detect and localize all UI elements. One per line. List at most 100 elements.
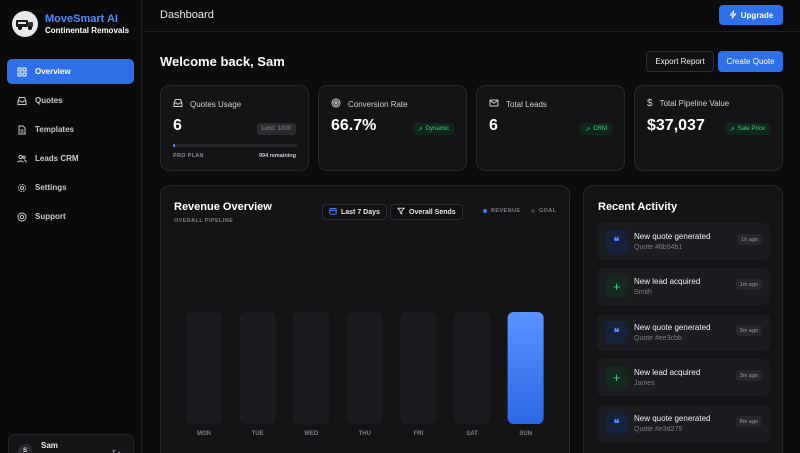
stat-value: 6: [173, 117, 182, 134]
sidebar-item-leads-crm[interactable]: Leads CRM: [7, 146, 134, 171]
plan-label: PRO PLAN: [173, 153, 204, 159]
stat-label: Quotes Usage: [190, 99, 242, 109]
activity-title: Recent Activity: [598, 201, 678, 213]
revenue-subtitle: OVERALL PIPELINE: [174, 218, 234, 224]
document-icon: [17, 125, 27, 135]
legend-goal-swatch: [531, 209, 535, 213]
trend-badge: ↗ CRM: [580, 123, 612, 135]
activity-time-badge: 3m ago: [735, 370, 762, 381]
remaining-label: 994 remaining: [259, 153, 296, 159]
bar-track-sat: [454, 312, 490, 424]
inbox-icon: [17, 96, 27, 106]
x-tick-label-thu: THU: [359, 431, 371, 437]
sidebar-item-support[interactable]: Support: [7, 204, 134, 229]
legend-revenue: REVENUE: [483, 208, 520, 214]
stat-card-conversion-rate: Conversion Rate 66.7% ↗ Dynamic: [318, 85, 467, 171]
create-quote-button[interactable]: Create Quote: [718, 51, 783, 72]
quote-icon: ❝: [605, 230, 628, 253]
bar-track-mon: [186, 312, 222, 424]
sidebar-item-label: Overview: [35, 67, 71, 76]
sidebar-item-label: Quotes: [35, 96, 63, 105]
x-tick-label-sun: SUN: [519, 431, 532, 437]
x-tick-label-wed: WED: [304, 431, 319, 437]
plus-icon: +: [605, 366, 628, 389]
stat-card-quotes-usage: Quotes Usage 6 Limit: 1000 PRO PLAN 994 …: [160, 85, 309, 171]
activity-subtitle-text: Quote #e3d275: [634, 426, 683, 433]
logout-icon[interactable]: [112, 445, 121, 453]
target-icon: [331, 98, 341, 110]
activity-title-text: New quote generated: [634, 414, 711, 423]
plus-icon: +: [605, 275, 628, 298]
page-title: Dashboard: [160, 9, 214, 21]
revenue-bar-chart: MON TUE WED THU FRI SAT SUN: [186, 312, 544, 437]
moving-truck-logo: [12, 11, 38, 37]
activity-item[interactable]: ❝ New quote generated Quote #8b54b1 1h a…: [597, 223, 770, 260]
stat-label: Total Leads: [506, 99, 547, 109]
lifebuoy-icon: [17, 212, 27, 222]
revenue-title: Revenue Overview: [174, 201, 272, 213]
activity-time-badge: 8m ago: [735, 416, 762, 427]
upgrade-button[interactable]: Upgrade: [719, 5, 783, 25]
send-filter-label: Overall Sends: [409, 208, 456, 216]
activity-subtitle-text: James: [634, 380, 655, 387]
activity-item[interactable]: ❝ New quote generated Quote #e3d275 8m a…: [597, 405, 770, 442]
user-card[interactable]: S Sam: [8, 434, 134, 453]
inbox-icon: [173, 98, 183, 110]
brand-name: MoveSmart AI: [45, 13, 118, 26]
sidebar-item-label: Templates: [35, 125, 74, 134]
date-range-button[interactable]: Last 7 Days: [322, 204, 387, 220]
activity-item[interactable]: + New lead acquired Smith 1m ago: [597, 268, 770, 305]
sidebar-item-templates[interactable]: Templates: [7, 117, 134, 142]
stat-label: Total Pipeline Value: [659, 99, 730, 108]
user-name: Sam: [41, 441, 58, 450]
sidebar-item-label: Leads CRM: [35, 154, 79, 163]
stat-value: 6: [489, 117, 498, 134]
activity-item[interactable]: + New lead acquired James 3m ago: [597, 359, 770, 396]
bar-sun[interactable]: [507, 312, 544, 424]
sidebar-nav: Overview Quotes Templates Leads CRM Sett…: [7, 59, 134, 233]
stat-card-total-leads: Total Leads 6 ↗ CRM: [476, 85, 625, 171]
activity-time-badge: 1h ago: [737, 234, 762, 245]
mail-icon: [489, 98, 499, 110]
activity-subtitle-text: Quote #ee3cbb: [634, 335, 682, 342]
arrow-up-right-icon: ↗: [729, 126, 735, 133]
stat-label: Conversion Rate: [348, 99, 408, 109]
gear-icon: [17, 183, 27, 193]
trend-badge: ↗ Sale Price: [724, 123, 770, 135]
x-tick-label-fri: FRI: [414, 431, 424, 437]
dollar-icon: $: [647, 98, 653, 109]
activity-item[interactable]: ❝ New quote generated Quote #ee3cbb 3m a…: [597, 314, 770, 351]
stat-card-pipeline-value: $ Total Pipeline Value $37,037 ↗ Sale Pri…: [634, 85, 783, 171]
activity-title-text: New quote generated: [634, 232, 711, 241]
send-filter-button[interactable]: Overall Sends: [390, 204, 463, 220]
users-icon: [17, 154, 27, 164]
usage-progress-fill: [173, 144, 175, 147]
x-tick-label-mon: MON: [197, 431, 211, 437]
avatar: S: [18, 444, 32, 453]
grid-icon: [17, 67, 27, 77]
recent-activity-card: Recent Activity ❝ New quote generated Qu…: [583, 185, 783, 453]
export-report-button[interactable]: Export Report: [646, 51, 714, 72]
arrow-up-right-icon: ↗: [417, 126, 423, 133]
bar-track-wed: [293, 312, 330, 424]
limit-badge: Limit: 1000: [256, 123, 296, 135]
trend-badge: ↗ Dynamic: [412, 123, 454, 135]
upgrade-label: Upgrade: [740, 10, 774, 20]
sidebar-item-settings[interactable]: Settings: [7, 175, 134, 200]
activity-time-badge: 3m ago: [735, 325, 762, 336]
legend-revenue-swatch: [483, 209, 487, 213]
filter-icon: [396, 207, 406, 217]
stat-value: $37,037: [647, 117, 705, 134]
sidebar-item-label: Settings: [35, 183, 67, 192]
sidebar-item-quotes[interactable]: Quotes: [7, 88, 134, 113]
activity-title-text: New quote generated: [634, 323, 711, 332]
welcome-heading: Welcome back, Sam: [160, 54, 285, 69]
brand[interactable]: MoveSmart AI Continental Removals: [12, 11, 129, 37]
bar-track-thu: [346, 312, 383, 424]
sidebar-item-overview[interactable]: Overview: [7, 59, 134, 84]
topbar: Dashboard Upgrade: [143, 0, 800, 32]
brand-subtitle: Continental Removals: [45, 25, 130, 35]
activity-time-badge: 1m ago: [735, 279, 762, 290]
arrow-up-right-icon: ↗: [585, 126, 591, 133]
activity-subtitle-text: Smith: [634, 289, 652, 296]
